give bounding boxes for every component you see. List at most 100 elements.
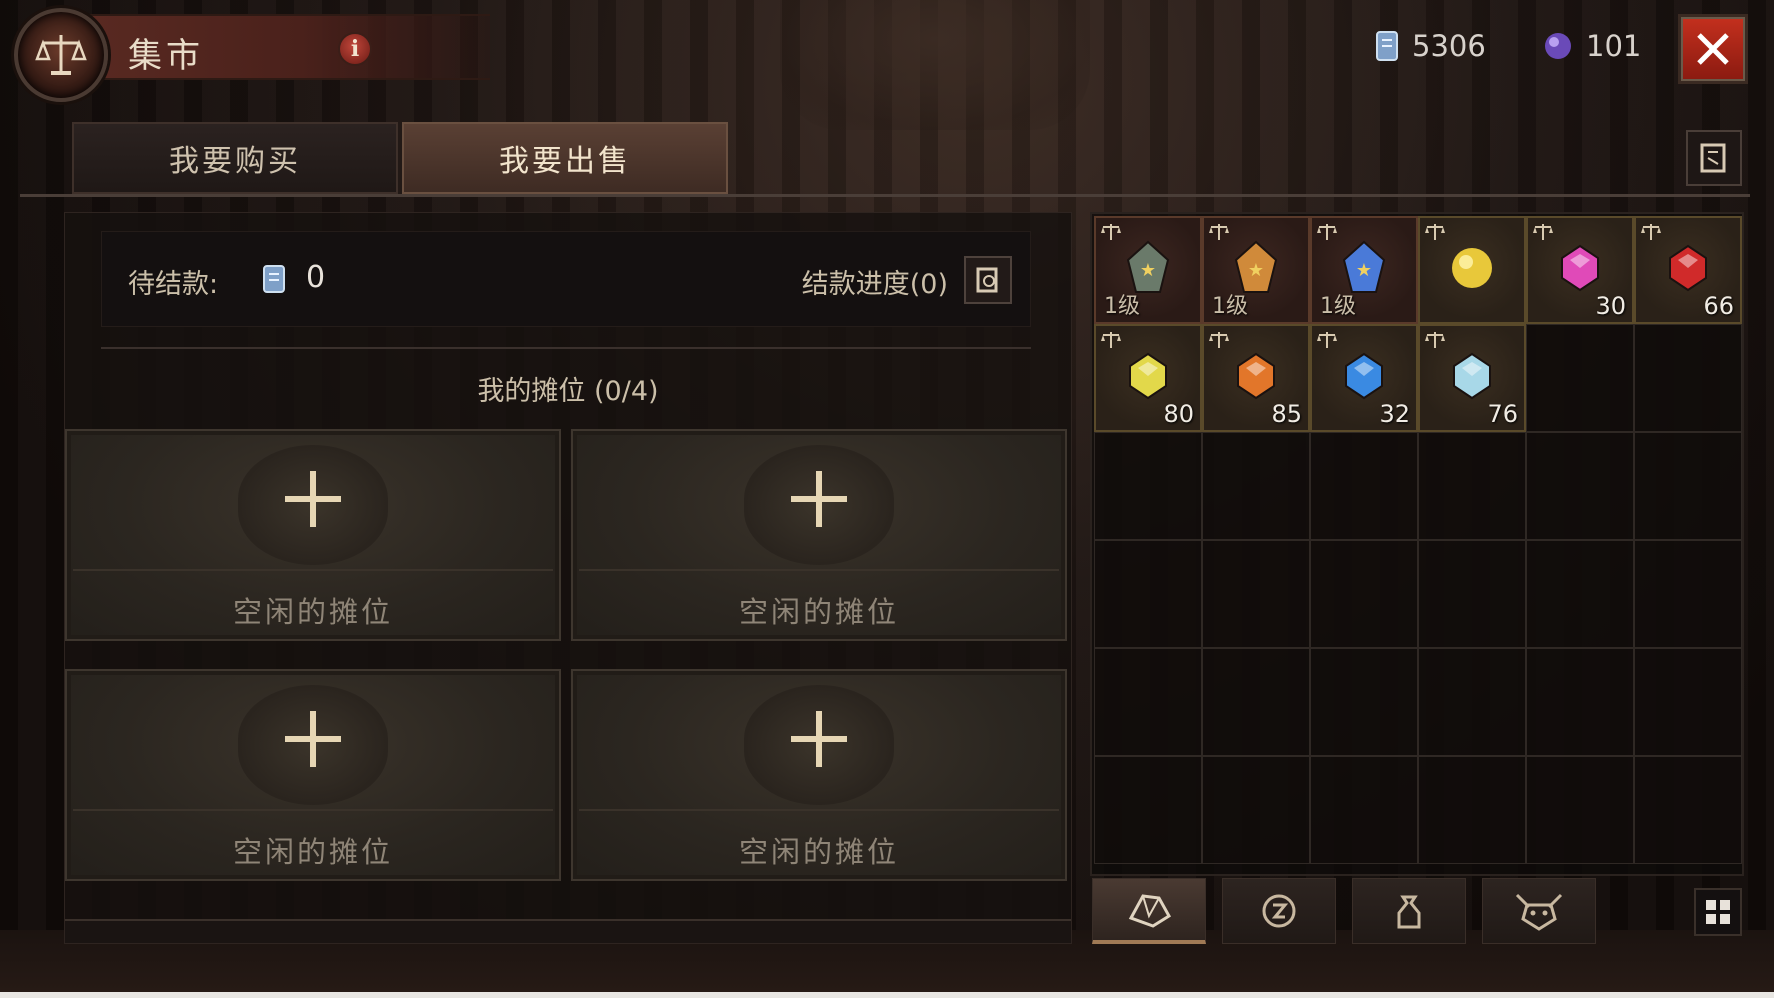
svg-text:★: ★ xyxy=(1140,260,1156,281)
rune-category-icon xyxy=(1262,894,1296,928)
payment-progress-button[interactable] xyxy=(964,256,1012,304)
inventory-slot[interactable] xyxy=(1634,648,1742,756)
stall-slot-1[interactable]: 空闲的摊位 xyxy=(65,429,561,641)
demon-category-icon xyxy=(1515,893,1563,931)
title-bar: 集市 i xyxy=(70,14,490,80)
inventory-slot[interactable]: 66 xyxy=(1634,216,1742,324)
currency-platinum-value: 5306 xyxy=(1412,29,1486,63)
inventory-slot[interactable]: 32 xyxy=(1310,324,1418,432)
stall-slot-3[interactable]: 空闲的摊位 xyxy=(65,669,561,881)
add-icon xyxy=(791,471,847,527)
trade-log-button[interactable] xyxy=(1686,130,1742,186)
pending-payment-bar: 待结款: 0 结款进度(0) xyxy=(101,231,1031,327)
tradable-scales-icon xyxy=(1101,224,1121,240)
item-count: 85 xyxy=(1271,400,1302,428)
inventory-slot[interactable] xyxy=(1202,540,1310,648)
inventory-slot[interactable] xyxy=(1634,432,1742,540)
tab-sell[interactable]: 我要出售 xyxy=(402,122,728,194)
inventory-slot[interactable] xyxy=(1310,756,1418,864)
inventory-slot[interactable] xyxy=(1310,648,1418,756)
currency-orb-value: 101 xyxy=(1586,29,1642,63)
stall-slot-4[interactable]: 空闲的摊位 xyxy=(571,669,1067,881)
currency-orb: 101 xyxy=(1542,28,1641,64)
category-tab-gems[interactable] xyxy=(1092,878,1206,944)
add-icon xyxy=(791,711,847,767)
inventory-slot[interactable]: ★ 1级 xyxy=(1094,216,1202,324)
currency-platinum: 5306 xyxy=(1374,28,1486,64)
tradable-scales-icon xyxy=(1317,332,1337,348)
item-level: 1级 xyxy=(1320,294,1356,319)
tradable-scales-icon xyxy=(1209,224,1229,240)
sell-panel: 待结款: 0 结款进度(0) 我的摊位 (0/4) 空闲的摊位 空闲的摊位 空闲… xyxy=(64,212,1072,944)
yellow-gem-icon xyxy=(1129,352,1167,400)
item-count: 30 xyxy=(1595,292,1626,320)
close-icon xyxy=(1697,33,1729,65)
orange-gem-icon xyxy=(1237,352,1275,400)
tab-buy[interactable]: 我要购买 xyxy=(72,122,398,194)
platinum-scroll-icon xyxy=(263,265,285,293)
inventory-slot[interactable] xyxy=(1526,540,1634,648)
inventory-slot[interactable]: 30 xyxy=(1526,216,1634,324)
panel-footer xyxy=(65,919,1071,943)
tradable-scales-icon xyxy=(1101,332,1121,348)
inventory-slot[interactable] xyxy=(1634,756,1742,864)
inventory-slot[interactable] xyxy=(1310,432,1418,540)
inventory-slot[interactable]: ★ 1级 xyxy=(1202,216,1310,324)
inventory-slot[interactable] xyxy=(1094,756,1202,864)
tradable-scales-icon xyxy=(1425,332,1445,348)
inventory-slot[interactable]: 76 xyxy=(1418,324,1526,432)
inventory-slot[interactable] xyxy=(1526,756,1634,864)
inventory-slot[interactable]: 80 xyxy=(1094,324,1202,432)
inventory-slot[interactable] xyxy=(1526,324,1634,432)
inventory-slot[interactable] xyxy=(1094,540,1202,648)
inventory-slot[interactable] xyxy=(1202,756,1310,864)
item-level: 1级 xyxy=(1212,294,1248,319)
inventory-slot[interactable]: ★ 1级 xyxy=(1310,216,1418,324)
inventory-slot[interactable] xyxy=(1094,648,1202,756)
item-count: 76 xyxy=(1487,400,1518,428)
close-button[interactable] xyxy=(1678,14,1748,84)
category-tab-bag[interactable] xyxy=(1352,878,1466,944)
blue-gem-icon xyxy=(1345,352,1383,400)
inventory-slot[interactable] xyxy=(1526,648,1634,756)
item-count: 66 xyxy=(1703,292,1734,320)
stall-slot-2[interactable]: 空闲的摊位 xyxy=(571,429,1067,641)
item-count: 32 xyxy=(1379,400,1410,428)
category-tab-runes[interactable] xyxy=(1222,878,1336,944)
pending-value: 0 xyxy=(306,260,326,295)
inventory-slot[interactable] xyxy=(1418,216,1526,324)
stall-label: 空闲的摊位 xyxy=(738,595,899,629)
inventory-slot[interactable] xyxy=(1418,540,1526,648)
panel-divider xyxy=(101,347,1031,349)
info-icon[interactable]: i xyxy=(338,32,372,66)
inventory-slot[interactable]: 85 xyxy=(1202,324,1310,432)
inventory-slot[interactable] xyxy=(1418,648,1526,756)
page-title: 集市 xyxy=(128,36,204,76)
inventory-slot[interactable] xyxy=(1094,432,1202,540)
inventory-slot[interactable] xyxy=(1310,540,1418,648)
svg-text:★: ★ xyxy=(1356,260,1372,281)
add-icon xyxy=(285,471,341,527)
grid-view-button[interactable] xyxy=(1694,888,1742,936)
log-book-icon xyxy=(1700,143,1726,173)
bag-category-icon xyxy=(1397,895,1421,929)
stall-label: 空闲的摊位 xyxy=(738,835,899,869)
inventory-slot[interactable] xyxy=(1634,324,1742,432)
gem-category-icon xyxy=(1128,893,1172,928)
inventory-slot[interactable] xyxy=(1202,432,1310,540)
inventory-slot[interactable] xyxy=(1526,432,1634,540)
payment-progress-label: 结款进度(0) xyxy=(801,269,948,300)
diamond-gem-icon xyxy=(1453,352,1491,400)
tradable-scales-icon xyxy=(1641,224,1661,240)
inventory-slot[interactable] xyxy=(1418,756,1526,864)
scroll-icon xyxy=(976,267,998,293)
stall-label: 空闲的摊位 xyxy=(232,595,393,629)
inventory-slot[interactable] xyxy=(1202,648,1310,756)
category-tab-demon[interactable] xyxy=(1482,878,1596,944)
tradable-scales-icon xyxy=(1425,224,1445,240)
inventory-slot[interactable] xyxy=(1634,540,1742,648)
tradable-scales-icon xyxy=(1533,224,1553,240)
grid-icon xyxy=(1706,900,1730,924)
tradable-scales-icon xyxy=(1317,224,1337,240)
inventory-slot[interactable] xyxy=(1418,432,1526,540)
